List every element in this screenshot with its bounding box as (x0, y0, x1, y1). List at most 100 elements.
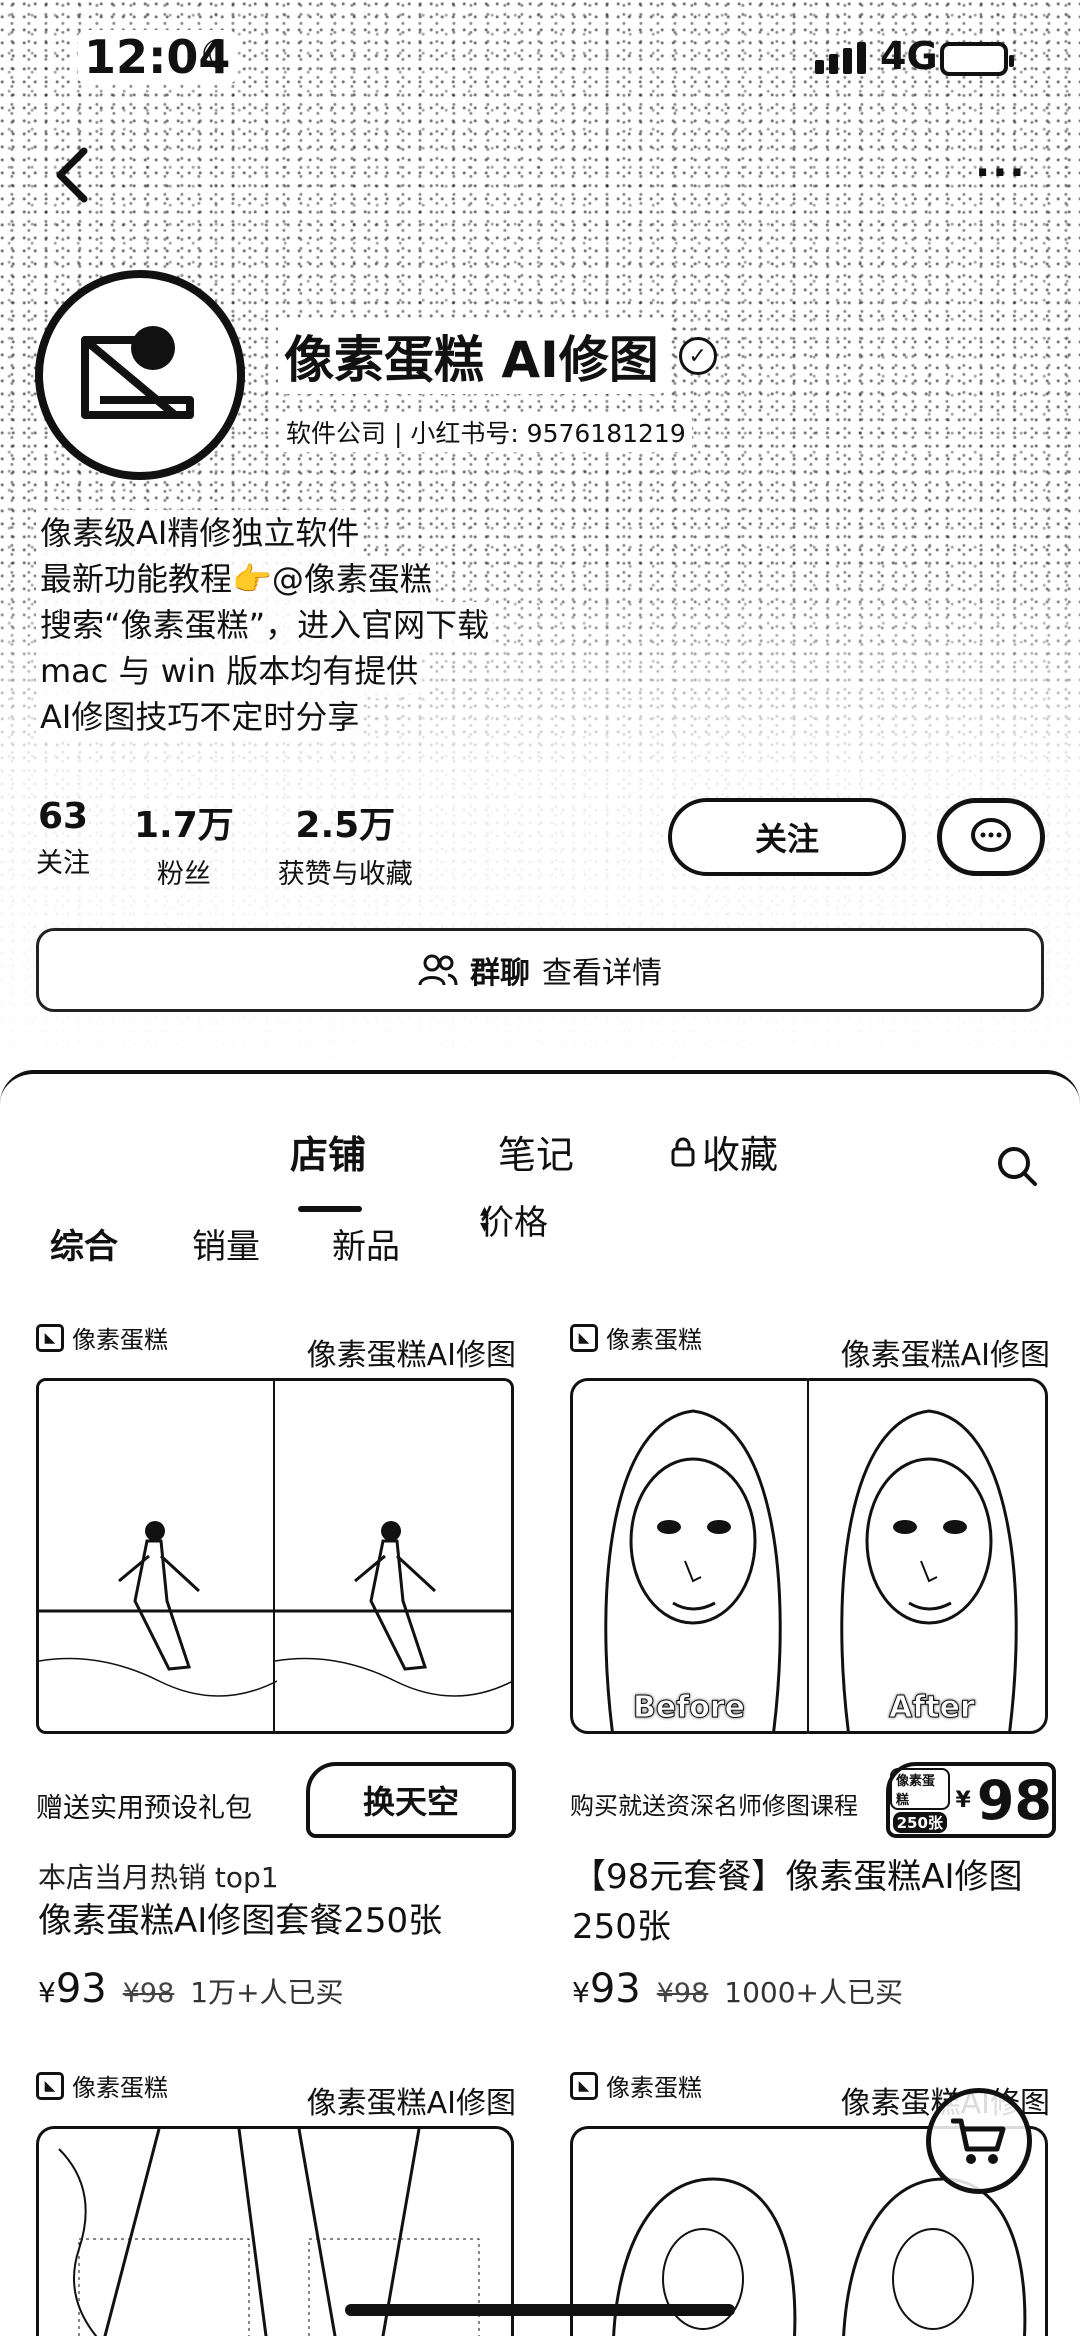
product-title: 【98元套餐】像素蛋糕AI修图250张 (572, 1857, 1023, 1947)
product-image: Before After (570, 1378, 1048, 1734)
status-bar: 12:04 ☾ 4G (0, 0, 1080, 120)
price-row: ¥93 ¥98 1万+人已买 (38, 1966, 344, 2012)
avatar[interactable] (35, 270, 245, 480)
bio-line: 搜索“像素蛋糕”，进入官网下载 (36, 602, 494, 648)
brand-name: 像素蛋糕 (606, 2074, 702, 2102)
product-card[interactable]: ◣ 像素蛋糕 像素蛋糕AI修图 Before After 购买就送资深名师修图课… (570, 1320, 1056, 2020)
after-image: After (809, 1381, 1045, 1731)
badge-currency: ¥ (955, 1787, 971, 1813)
bio-line: mac 与 win 版本均有提供 (36, 648, 423, 694)
tab-favorites-label: 收藏 (702, 1133, 779, 1177)
badge-price: 98 (976, 1768, 1052, 1832)
brand-logo-icon: ◣ (36, 2071, 64, 2100)
profile-name-row: 像素蛋糕 AI修图 ✓ (278, 318, 717, 394)
product-image (36, 1378, 514, 1734)
battery-icon (940, 42, 1014, 76)
search-icon[interactable] (995, 1144, 1039, 1192)
product-card[interactable]: ◣ 像素蛋糕 像素蛋糕AI修图 赠送实用预设礼包 换天空 本店当月热销 top1… (36, 1320, 516, 2020)
badge-count: 250张 (892, 1811, 947, 1833)
product-brand: ◣ 像素蛋糕 (36, 2068, 168, 2103)
bio-line: 像素级AI精修独立软件 (36, 510, 364, 556)
product-brand: ◣ 像素蛋糕 (570, 1320, 702, 1355)
product-brand-label: 像素蛋糕AI修图 (840, 1338, 1050, 1373)
product-price: ¥93 (38, 1966, 107, 2012)
stat-number: 2.5万 (295, 805, 396, 846)
stat-followers[interactable]: 1.7万 粉丝 (134, 796, 234, 891)
after-caption: After (889, 1690, 976, 1726)
brand-logo-icon: ◣ (36, 1323, 64, 1352)
promo-text: 赠送实用预设礼包 (36, 1793, 252, 1824)
sort-toggle-icon: ▴ ▾ (480, 1200, 490, 1237)
bio-line: 最新功能教程👉@像素蛋糕 (36, 556, 436, 602)
stat-following[interactable]: 63 关注 (36, 796, 90, 891)
product-brand-label: 像素蛋糕AI修图 (306, 1338, 516, 1373)
stat-number: 1.7万 (134, 805, 234, 846)
original-price: ¥98 (122, 1978, 175, 2009)
chat-icon (971, 818, 1011, 852)
brand-name: 像素蛋糕 (606, 1326, 702, 1354)
profile-stats: 63 关注 1.7万 粉丝 2.5万 获赞与收藏 (36, 796, 413, 891)
signal-icon (815, 42, 866, 74)
filter-sales[interactable]: 销量 (192, 1219, 260, 1268)
message-button[interactable] (937, 798, 1045, 876)
group-icon (418, 954, 458, 986)
price-value: 93 (589, 1966, 641, 2012)
active-tab-indicator (298, 1206, 362, 1212)
follow-button[interactable]: 关注 (668, 798, 906, 876)
brand-logo-icon: ◣ (570, 2071, 598, 2100)
before-caption: Before (632, 1690, 746, 1726)
tab-favorites[interactable]: 收藏 (670, 1124, 778, 1179)
product-subtitle: 本店当月热销 top1 (38, 1861, 279, 1894)
product-price: ¥93 (572, 1966, 641, 2012)
profile-meta: 软件公司 | 小红书号: 9576181219 (280, 412, 692, 452)
stat-number: 63 (37, 796, 89, 837)
after-image (274, 1381, 511, 1731)
more-icon[interactable]: ··· (975, 150, 1027, 196)
sold-count: 1万+人已买 (190, 1976, 344, 2009)
bio-line: AI修图技巧不定时分享 (36, 694, 364, 740)
filter-new[interactable]: 新品 (332, 1219, 400, 1268)
currency-symbol: ¥ (38, 1976, 56, 2009)
verified-icon: ✓ (678, 337, 717, 375)
cart-icon (951, 2118, 1006, 2164)
filter-overall[interactable]: 综合 (50, 1219, 118, 1268)
filter-price-label: 价格 (480, 1202, 548, 1243)
group-detail-label: 查看详情 (542, 956, 662, 991)
product-brand: ◣ 像素蛋糕 (570, 2068, 702, 2103)
content-tabs: 店铺 笔记 收藏 (0, 1114, 1080, 1212)
price-badge: 像素蛋糕 250张 ¥ 98 (886, 1762, 1056, 1838)
home-indicator[interactable] (345, 2304, 735, 2316)
back-icon[interactable] (42, 140, 102, 210)
badge-brand: 像素蛋糕 (890, 1767, 950, 1810)
product-brand-label: 像素蛋糕AI修图 (306, 2086, 516, 2121)
stat-label: 获赞与收藏 (277, 859, 413, 890)
promo-badge: 换天空 (306, 1762, 516, 1838)
promo-text: 购买就送资深名师修图课程 (570, 1792, 858, 1820)
price-row: ¥93 ¥98 1000+人已买 (572, 1966, 903, 2012)
profile-name: 像素蛋糕 AI修图 (278, 318, 665, 394)
promo-strip: 购买就送资深名师修图课程 像素蛋糕 250张 ¥ 98 (570, 1758, 1056, 1838)
brand-name: 像素蛋糕 (72, 2074, 168, 2102)
lock-icon (671, 1137, 695, 1166)
currency-symbol: ¥ (572, 1976, 590, 2009)
group-chat-label: 群聊 (470, 956, 530, 991)
sold-count: 1000+人已买 (724, 1976, 904, 2009)
stat-likes[interactable]: 2.5万 获赞与收藏 (278, 796, 413, 891)
group-chat-bar[interactable]: 群聊 查看详情 (36, 928, 1044, 1012)
brand-name: 像素蛋糕 (72, 1326, 168, 1354)
moon-icon: ☾ (200, 32, 236, 78)
stat-label: 关注 (36, 848, 90, 879)
tab-store[interactable]: 店铺 (290, 1124, 366, 1179)
price-value: 93 (55, 1966, 107, 2012)
shopping-cart-button[interactable] (926, 2088, 1032, 2194)
original-price: ¥98 (656, 1978, 709, 2009)
profile-bio: 像素级AI精修独立软件 最新功能教程👉@像素蛋糕 搜索“像素蛋糕”，进入官网下载… (36, 510, 494, 740)
pixel-cake-logo-icon (81, 326, 194, 419)
product-brand: ◣ 像素蛋糕 (36, 1320, 168, 1355)
product-card[interactable]: ◣ 像素蛋糕 像素蛋糕AI修图 (36, 2068, 516, 2336)
before-image (39, 1381, 278, 1731)
tab-notes[interactable]: 笔记 (498, 1124, 574, 1179)
stat-label: 粉丝 (156, 859, 211, 890)
network-type: 4G (880, 34, 938, 78)
before-image: Before (573, 1381, 809, 1731)
